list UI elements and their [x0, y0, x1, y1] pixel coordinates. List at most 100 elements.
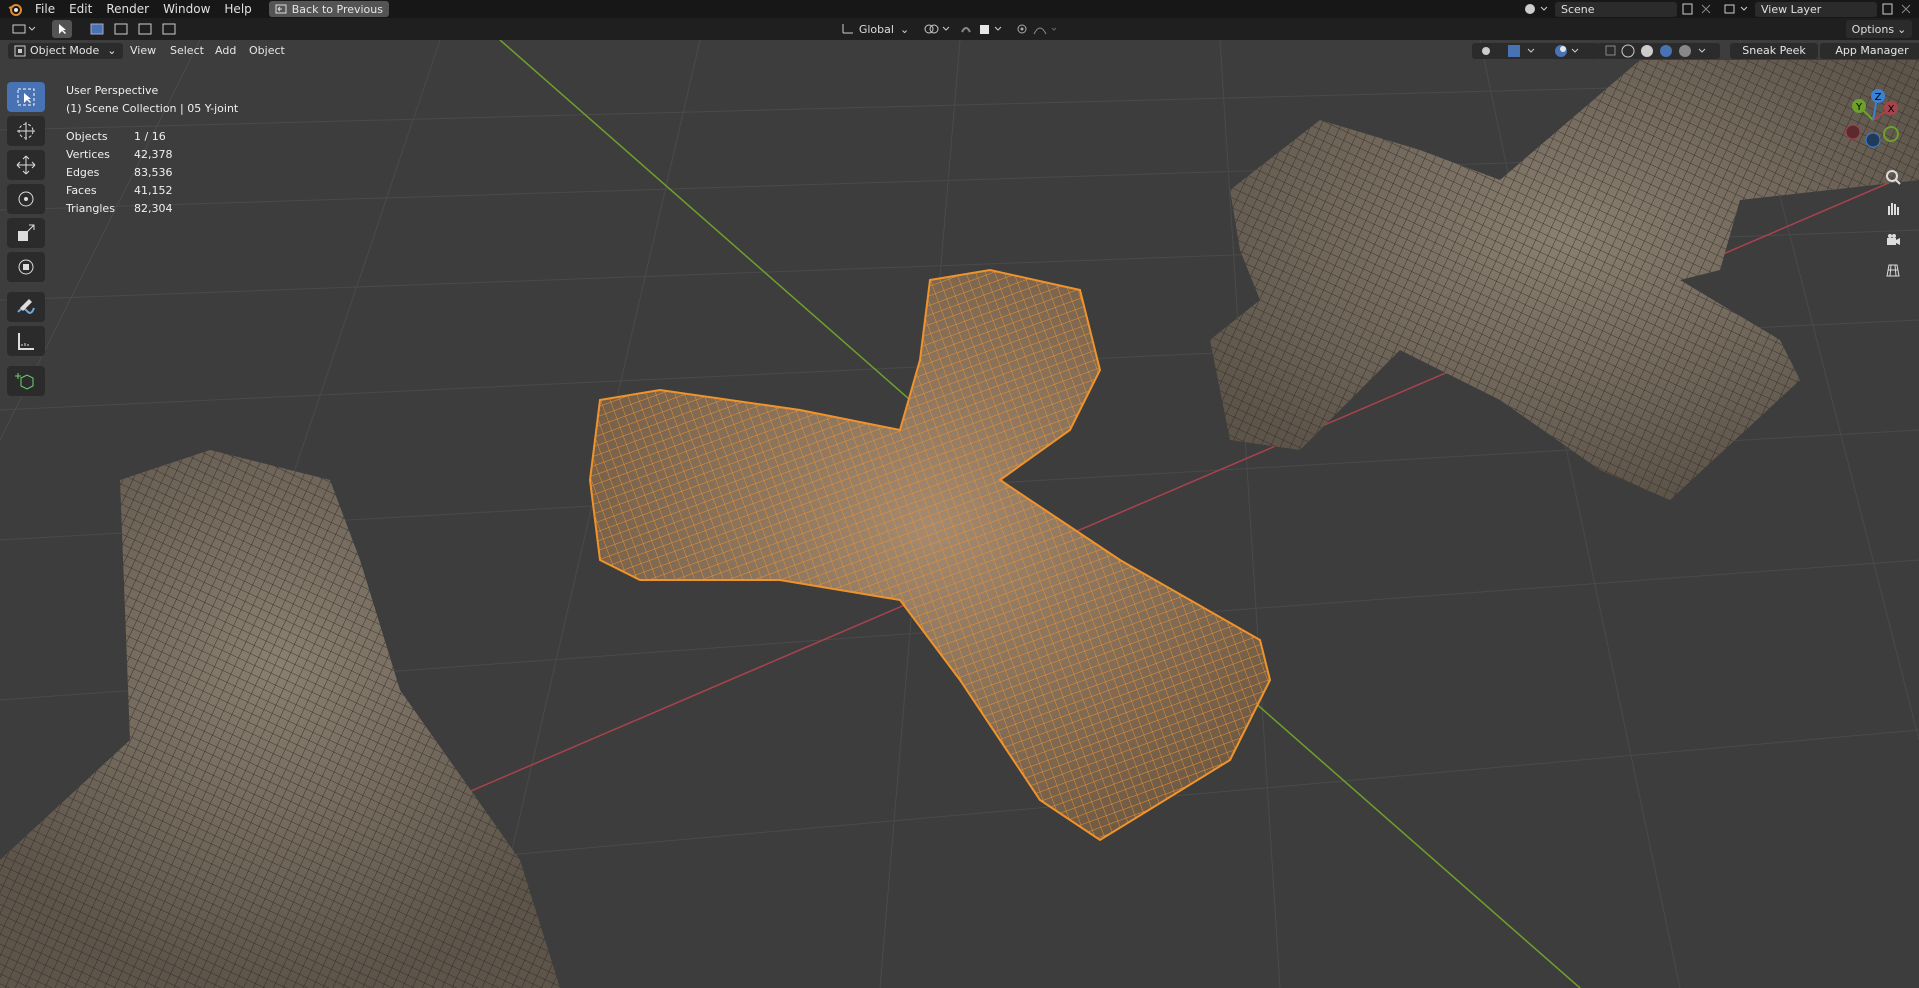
scale-icon [18, 224, 35, 241]
collection-label: (1) Scene Collection | 05 Y-joint [66, 102, 239, 115]
pivot-point-dropdown[interactable] [920, 20, 956, 38]
stat-label: Edges [66, 166, 100, 179]
measure-icon [18, 333, 34, 350]
stat-label: Vertices [66, 148, 110, 161]
menu-window[interactable]: Window [156, 0, 217, 18]
select-tool-button[interactable] [52, 20, 72, 38]
new-scene-icon[interactable] [1681, 2, 1695, 16]
editor-type-icon [12, 24, 36, 34]
view-layer-browse-icon[interactable] [1723, 2, 1751, 16]
stat-faces: Faces 41,152 [66, 182, 238, 200]
menu-select[interactable]: Select [164, 43, 210, 59]
stat-value: 41,152 [134, 184, 173, 197]
menu-render[interactable]: Render [99, 0, 156, 18]
pan-button[interactable] [1881, 196, 1905, 220]
proportional-edit-icon [1017, 24, 1057, 35]
chevron-down-icon: ⌄ [1897, 22, 1907, 36]
stat-value: 83,536 [134, 166, 173, 179]
hand-icon [1888, 203, 1899, 215]
grid-icon [1886, 264, 1900, 277]
left-toolbar [7, 82, 45, 400]
stat-value: 82,304 [134, 202, 173, 215]
tool-select-box[interactable] [7, 82, 45, 112]
menu-add[interactable]: Add [209, 43, 242, 59]
move-icon [16, 155, 36, 175]
stat-label: Faces [66, 184, 97, 197]
blender-logo-icon[interactable] [8, 2, 22, 16]
transform-orientation-dropdown[interactable]: Global ⌄ [836, 20, 914, 38]
mode-dropdown[interactable]: Object Mode ⌄ [8, 43, 123, 59]
sneak-peek-button[interactable]: Sneak Peek [1730, 43, 1818, 59]
mode-label: Object Mode [30, 44, 100, 57]
app-manager-button[interactable]: App Manager [1820, 43, 1919, 59]
chevron-down-icon: ⌄ [899, 22, 910, 36]
selection-mode-group[interactable] [88, 20, 184, 38]
scene-name-field[interactable]: Scene [1555, 1, 1677, 17]
visibility-dropdown[interactable] [1472, 43, 1554, 59]
view-layer-field[interactable]: View Layer [1755, 1, 1877, 17]
delete-view-layer-icon[interactable] [1899, 2, 1913, 16]
cursor-icon [17, 122, 35, 140]
snapping-controls[interactable] [958, 20, 1006, 38]
stat-vertices: Vertices 42,378 [66, 146, 238, 164]
viewport-header: Object Mode ⌄ View Select Add Object Sne… [0, 40, 1919, 62]
cursor-arrow-icon [59, 24, 66, 34]
tool-scale[interactable] [7, 218, 45, 248]
object-mode-icon [14, 45, 26, 57]
perspective-toggle-button[interactable] [1881, 258, 1905, 282]
perspective-label: User Perspective [66, 84, 159, 97]
delete-scene-icon[interactable] [1699, 2, 1713, 16]
editor-type-button[interactable] [8, 20, 42, 38]
overlays-dropdown[interactable] [1548, 43, 1600, 59]
options-label: Options [1851, 22, 1895, 36]
stat-label: Triangles [66, 202, 115, 215]
back-to-previous-button[interactable]: Back to Previous [268, 1, 389, 17]
tool-transform[interactable] [7, 252, 45, 282]
rotate-icon [18, 191, 34, 207]
back-to-previous-label: Back to Previous [291, 2, 383, 16]
navigation-gizmo[interactable]: X Y Z [1841, 88, 1905, 152]
menu-view[interactable]: View [124, 43, 162, 59]
gizmo-z-label: Z [1875, 92, 1882, 103]
camera-icon [1887, 234, 1900, 245]
snap-icon [961, 25, 1002, 34]
menu-file[interactable]: File [28, 0, 62, 18]
stat-triangles: Triangles 82,304 [66, 200, 238, 218]
tool-move[interactable] [7, 150, 45, 180]
menu-object[interactable]: Object [243, 43, 291, 59]
stat-value: 1 / 16 [134, 130, 166, 143]
chevron-down-icon: ⌄ [107, 44, 117, 57]
tool-annotate[interactable] [7, 292, 45, 322]
transform-orientation-value: Global [858, 22, 894, 36]
proportional-editing-controls[interactable] [1012, 20, 1062, 38]
3d-viewport[interactable] [0, 40, 1919, 988]
top-menu-bar: File Edit Render Window Help Back to Pre… [0, 0, 1919, 18]
pivot-icon [924, 24, 950, 34]
tool-rotate[interactable] [7, 184, 45, 214]
selection-mode-icons [90, 23, 176, 35]
camera-view-button[interactable] [1881, 228, 1905, 252]
zoom-button[interactable] [1881, 165, 1905, 189]
shading-mode-buttons[interactable] [1598, 43, 1720, 59]
stat-label: Objects [66, 130, 108, 143]
annotate-icon [17, 299, 35, 314]
shading-icons [1605, 44, 1706, 58]
stat-edges: Edges 83,536 [66, 164, 238, 182]
new-view-layer-icon[interactable] [1881, 2, 1895, 16]
tool-add-cube[interactable] [7, 366, 45, 396]
transform-icon [18, 259, 34, 275]
gizmo-x-label: X [1888, 104, 1895, 115]
menu-edit[interactable]: Edit [62, 0, 99, 18]
tool-measure[interactable] [7, 326, 45, 356]
viewport-info-overlay: User Perspective (1) Scene Collection | … [66, 82, 238, 218]
scene-selectors: Scene View Layer [1523, 0, 1919, 18]
overlays-icon [1555, 45, 1579, 57]
menu-help[interactable]: Help [217, 0, 258, 18]
options-button[interactable]: Options ⌄ [1846, 20, 1912, 38]
tool-cursor[interactable] [7, 116, 45, 146]
add-cube-icon [15, 373, 34, 390]
viewport-canvas[interactable] [0, 40, 1919, 988]
scene-browse-icon[interactable] [1523, 2, 1551, 16]
visibility-icons [1482, 45, 1535, 57]
gizmo-y-label: Y [1855, 102, 1863, 113]
